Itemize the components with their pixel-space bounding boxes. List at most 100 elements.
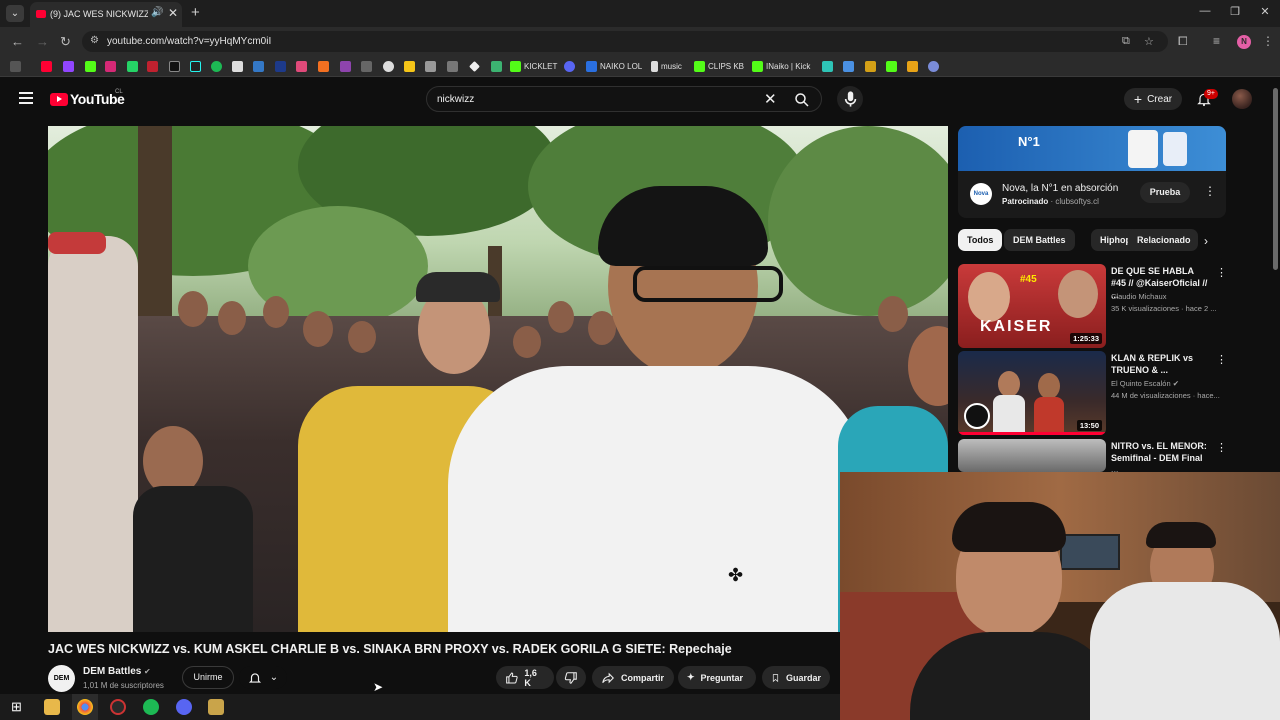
- restore-icon[interactable]: ❐: [1222, 5, 1248, 18]
- bookmark-pink-icon[interactable]: [296, 60, 310, 73]
- bookmark-youtube-icon[interactable]: [41, 60, 55, 73]
- search-icon[interactable]: [793, 91, 811, 109]
- tab-close-icon[interactable]: ✕: [168, 6, 178, 20]
- menu-icon[interactable]: [19, 92, 33, 104]
- apps-icon[interactable]: [10, 60, 24, 73]
- bookmark-cat-icon[interactable]: [425, 60, 439, 73]
- bookmark-green-icon[interactable]: [491, 60, 505, 73]
- bookmark-yellow-icon[interactable]: [404, 60, 418, 73]
- install-app-icon[interactable]: ⧉: [1122, 35, 1130, 48]
- site-info-icon[interactable]: ⚙: [90, 35, 99, 46]
- minimize-icon[interactable]: —: [1192, 5, 1218, 17]
- reload-icon[interactable]: ↻: [60, 34, 71, 50]
- file-explorer-icon[interactable]: [44, 699, 60, 715]
- ask-button[interactable]: ✦ Preguntar: [678, 666, 756, 689]
- youtube-logo[interactable]: YouTube: [50, 91, 125, 107]
- tab-search-icon[interactable]: ⌄: [6, 5, 24, 22]
- bookmark-u-icon[interactable]: [907, 60, 921, 73]
- bookmark-naiko-kick[interactable]: INaiko | Kick: [752, 60, 810, 73]
- url-field[interactable]: ⚙ youtube.com/watch?v=yyHqMYcm0iI ⧉ ☆: [82, 31, 1168, 52]
- recommended-video[interactable]: #45 KAISER 1:25:33 DE QUE SE HABLA #45 /…: [958, 264, 1227, 348]
- join-button[interactable]: Unirme: [182, 666, 234, 689]
- chrome-menu-icon[interactable]: ⋮: [1262, 34, 1274, 48]
- bookmark-twitch-icon[interactable]: [63, 60, 77, 73]
- channel-name[interactable]: DEM Battles: [83, 666, 141, 677]
- league-of-legends-icon[interactable]: [208, 699, 224, 715]
- bookmark-lime-icon[interactable]: [886, 60, 900, 73]
- create-button[interactable]: + Crear: [1124, 88, 1182, 110]
- more-options-icon[interactable]: ⋮: [1204, 184, 1216, 198]
- more-options-icon[interactable]: ⋮: [1216, 441, 1226, 454]
- chip-dem-battles[interactable]: DEM Battles: [1004, 229, 1075, 251]
- bookmark-kick-icon[interactable]: [85, 60, 99, 73]
- bookmark-mustard-icon[interactable]: [865, 60, 879, 73]
- window-close-icon[interactable]: ✕: [1252, 5, 1278, 18]
- video-player[interactable]: ✤: [48, 126, 948, 632]
- bookmark-discord-icon[interactable]: [564, 60, 578, 73]
- windows-start-icon[interactable]: ⊞: [11, 699, 27, 715]
- recommended-video[interactable]: NITRO vs. EL MENOR: Semifinal - DEM Fina…: [958, 439, 1226, 472]
- speaker-icon[interactable]: 🔊: [151, 7, 163, 18]
- page-scrollbar[interactable]: [1273, 88, 1278, 270]
- bookmark-chart-icon[interactable]: [843, 60, 857, 73]
- bookmark-tiktok-icon[interactable]: [190, 60, 204, 73]
- bookmark-x-icon[interactable]: [169, 60, 183, 73]
- forward-icon[interactable]: →: [36, 34, 49, 49]
- video-thumbnail[interactable]: #45 KAISER 1:25:33: [958, 264, 1106, 348]
- voice-search-button[interactable]: [837, 86, 863, 112]
- ad-banner[interactable]: N°1: [958, 126, 1226, 171]
- bookmark-blue-icon[interactable]: [253, 60, 267, 73]
- bookmark-gray-icon[interactable]: [361, 60, 375, 73]
- bookmark-whatsapp-icon[interactable]: [127, 60, 141, 73]
- channel-avatar[interactable]: DEM: [48, 665, 75, 692]
- obs-icon[interactable]: [110, 699, 126, 715]
- bookmark-instagram-icon[interactable]: [105, 60, 119, 73]
- account-avatar[interactable]: [1232, 89, 1252, 109]
- bookmark-music[interactable]: music: [651, 60, 682, 73]
- clear-search-icon[interactable]: ✕: [764, 90, 777, 108]
- more-options-icon[interactable]: ⋮: [1216, 266, 1227, 279]
- share-button[interactable]: Compartir: [592, 666, 674, 689]
- profile-avatar[interactable]: N: [1237, 35, 1251, 49]
- new-tab-icon[interactable]: +: [191, 4, 200, 21]
- more-options-icon[interactable]: ⋮: [1216, 353, 1227, 366]
- microphone-icon: [844, 91, 857, 107]
- discord-taskbar-icon[interactable]: [176, 699, 192, 715]
- chip-todos[interactable]: Todos: [958, 229, 1003, 251]
- recommended-video[interactable]: 13:50 KLAN & REPLIK vs TRUENO & ... El Q…: [958, 351, 1227, 435]
- bookmark-controller-icon[interactable]: [447, 60, 461, 73]
- search-input[interactable]: nickwizz ✕: [426, 86, 822, 112]
- advertiser-logo[interactable]: Nova: [970, 183, 992, 205]
- bookmark-kicklet[interactable]: KICKLET: [510, 60, 557, 73]
- bookmark-navy-icon[interactable]: [275, 60, 289, 73]
- save-button[interactable]: Guardar: [762, 666, 830, 689]
- plus-icon: +: [1133, 91, 1143, 107]
- video-meta: 44 M de visualizaciones · hace...: [1111, 391, 1220, 400]
- media-control-icon[interactable]: ≡: [1213, 34, 1220, 48]
- back-icon[interactable]: ←: [11, 34, 24, 49]
- like-button[interactable]: 1,6 K: [496, 666, 554, 689]
- chevron-right-icon[interactable]: ›: [1204, 234, 1208, 248]
- bookmark-sync-icon[interactable]: [928, 60, 942, 73]
- bookmark-clips-kb[interactable]: CLIPS KB: [694, 60, 744, 73]
- subscription-bell-button[interactable]: ⌄: [239, 666, 287, 689]
- spotify-taskbar-icon[interactable]: [143, 699, 159, 715]
- ad-card[interactable]: N°1 Nova Nova, la N°1 en absorción Patro…: [958, 126, 1226, 218]
- bookmark-diamond-icon[interactable]: [469, 60, 483, 73]
- bookmark-chrome-icon[interactable]: [383, 60, 397, 73]
- bookmark-s-icon[interactable]: [232, 60, 246, 73]
- ad-cta-button[interactable]: Prueba: [1140, 182, 1190, 203]
- chip-relacionado[interactable]: Relacionado: [1128, 229, 1198, 251]
- browser-tab[interactable]: (9) JAC WES NICKWIZZ vs. K 🔊 ✕: [30, 2, 182, 27]
- dislike-button[interactable]: [556, 666, 586, 689]
- bookmark-naiko-lol[interactable]: NAIKO LOL: [586, 60, 642, 73]
- video-thumbnail[interactable]: [958, 439, 1106, 472]
- bookmark-red-icon[interactable]: [147, 60, 161, 73]
- bookmark-spotify-icon[interactable]: [211, 60, 225, 73]
- video-thumbnail[interactable]: 13:50: [958, 351, 1106, 435]
- bookmark-teal-icon[interactable]: [822, 60, 836, 73]
- extensions-icon[interactable]: ⧠: [1178, 34, 1188, 49]
- bookmark-purple-icon[interactable]: [340, 60, 354, 73]
- bookmark-orange-icon[interactable]: [318, 60, 332, 73]
- bookmark-star-icon[interactable]: ☆: [1144, 35, 1154, 48]
